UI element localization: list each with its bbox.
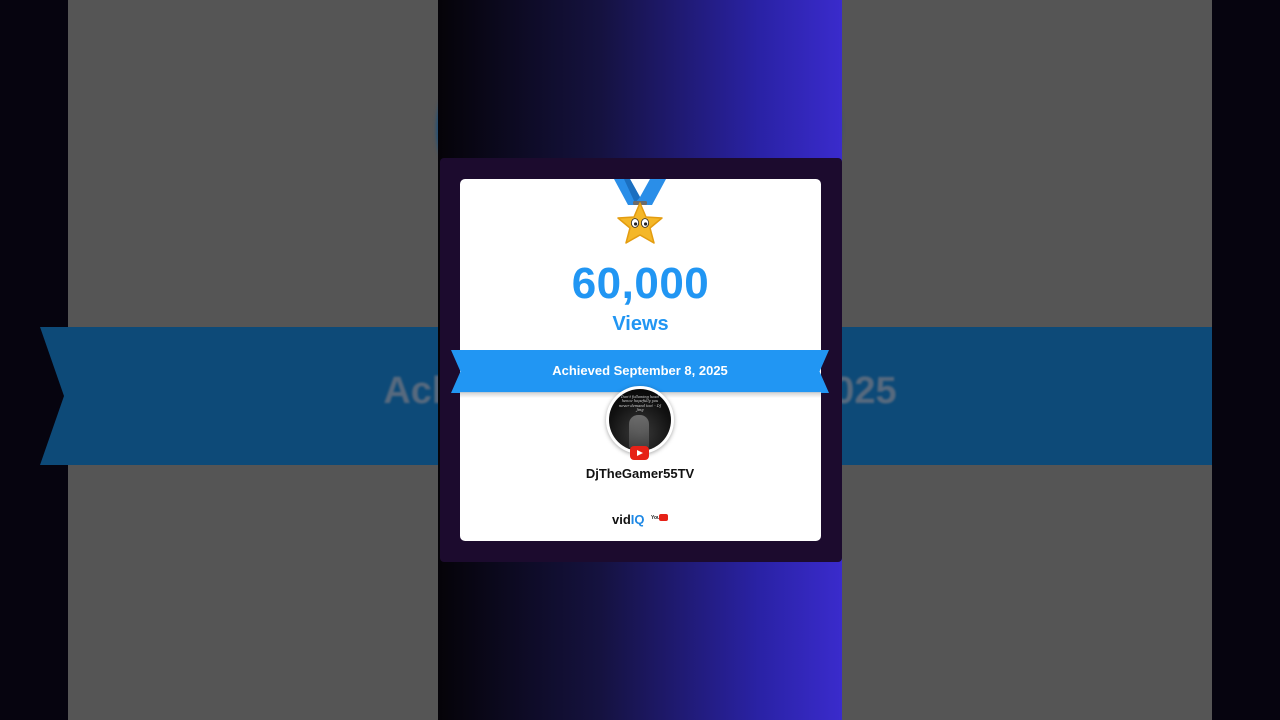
milestone-count: 60,000 bbox=[571, 259, 710, 308]
background-edge-right bbox=[1212, 0, 1280, 720]
vidiq-logo: vidIQ bbox=[612, 512, 645, 527]
youtube-logo-tube bbox=[659, 514, 668, 521]
achieved-date: Achieved September 8, 2025 bbox=[552, 363, 728, 378]
avatar-quote: Don't following head hence hopefully you… bbox=[618, 395, 662, 413]
channel-avatar: Don't following head hence hopefully you… bbox=[609, 389, 671, 451]
avatar-figure bbox=[629, 415, 649, 449]
medal-icon bbox=[614, 179, 666, 244]
channel-name: DjTheGamer55TV bbox=[585, 466, 695, 481]
vidiq-logo-iq: IQ bbox=[630, 512, 645, 527]
milestone-unit: Views bbox=[612, 313, 669, 335]
youtube-play-icon bbox=[630, 446, 649, 460]
vidiq-logo-vid: vid bbox=[612, 512, 631, 527]
youtube-logo-icon: You bbox=[651, 513, 668, 526]
